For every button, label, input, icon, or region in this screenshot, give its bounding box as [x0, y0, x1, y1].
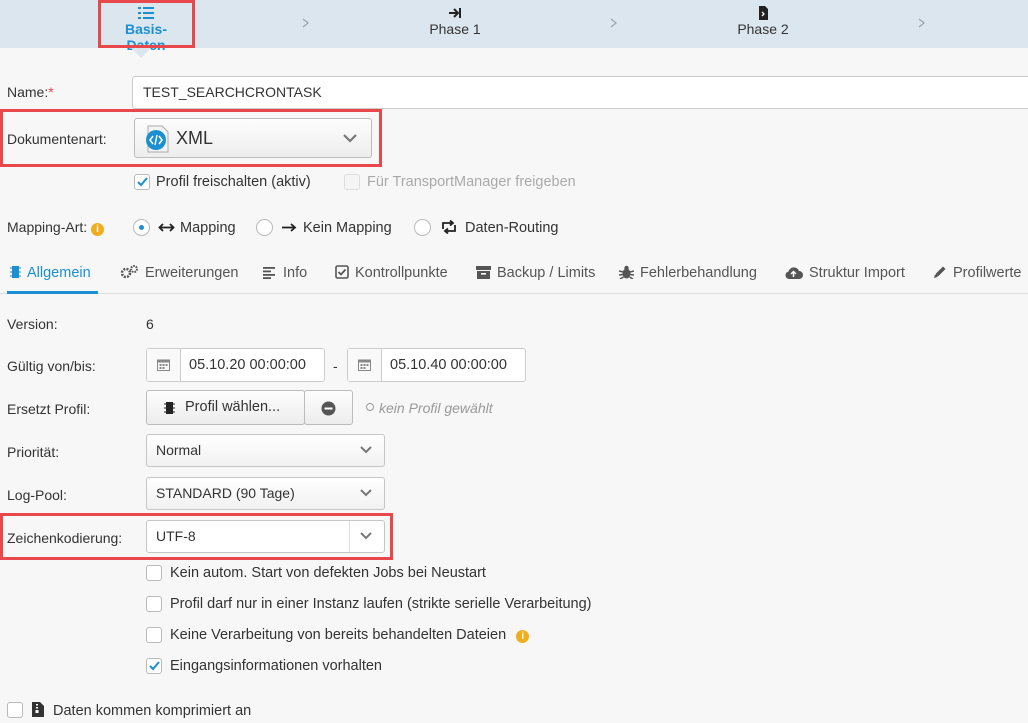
tab-backup-limits[interactable]: Backup / Limits [476, 265, 595, 281]
valid-from-value: 05.10.20 00:00:00 [189, 357, 306, 373]
archive-icon [476, 266, 491, 279]
logpool-label: Log-Pool: [7, 487, 67, 503]
name-input[interactable]: TEST_SEARCHCRONTASK [132, 76, 1028, 109]
check-icon [137, 177, 148, 187]
mapping-radio-routing[interactable] [414, 219, 431, 236]
tab-profilwerte[interactable]: Profilwerte [933, 265, 1022, 281]
chevron-right-icon [918, 18, 926, 28]
valid-separator: - [333, 358, 338, 374]
compressed-checkbox[interactable] [7, 702, 23, 718]
bug-icon [618, 265, 635, 280]
file-icon [759, 6, 768, 20]
wizard-steps: Basis-Daten Phase 1 Phase 2 [0, 0, 1028, 53]
mapping-radio-mapping[interactable] [133, 219, 150, 236]
tab-fehlerbehandlung[interactable]: Fehlerbehandlung [618, 265, 757, 281]
list-icon [138, 7, 154, 19]
chip-icon [164, 402, 175, 414]
mapping-label: Mapping-Art: i [7, 219, 105, 236]
mapping-option-label: Kein Mapping [303, 220, 392, 236]
active-tab-indicator [7, 291, 98, 294]
option-label: Eingangsinformationen vorhalten [170, 658, 382, 674]
minus-circle-icon [321, 401, 336, 416]
cogs-icon [120, 265, 138, 279]
option-label: Kein autom. Start von defekten Jobs bei … [170, 565, 486, 581]
option-checkbox-skip-processed[interactable] [146, 627, 162, 643]
align-left-icon [263, 267, 275, 279]
doctype-value: XML [176, 128, 214, 148]
info-icon: i [91, 223, 105, 236]
option-label: Profil darf nur in einer Instanz laufen … [170, 596, 592, 612]
active-step-pointer [131, 48, 151, 58]
mapping-option-label: Daten-Routing [465, 220, 559, 236]
xml-file-icon [146, 125, 169, 153]
valid-to-input[interactable]: 05.10.40 00:00:00 [347, 348, 526, 382]
chevron-right-icon [302, 18, 310, 28]
choose-profile-label: Profil wählen... [185, 399, 281, 415]
wizard-step-basis-daten[interactable]: Basis-Daten [106, 6, 186, 53]
doctype-label: Dokumentenart: [7, 131, 107, 147]
arrow-right-to-line-icon [449, 8, 461, 18]
tab-erweiterungen[interactable]: Erweiterungen [120, 265, 239, 281]
mapping-radio-none[interactable] [256, 219, 273, 236]
chevron-down-icon [360, 532, 372, 540]
logpool-select[interactable]: STANDARD (90 Tage) [146, 477, 385, 510]
retweet-icon [442, 220, 456, 234]
check-icon [149, 661, 160, 671]
profile-active-checkbox[interactable] [134, 174, 150, 190]
option-checkbox-keep-input-info[interactable] [146, 658, 162, 674]
cloud-upload-icon [785, 267, 803, 279]
clear-profile-button[interactable] [304, 390, 353, 425]
chip-icon [10, 266, 21, 278]
wizard-step-label: Phase 2 [737, 21, 789, 37]
valid-from-input[interactable]: 05.10.20 00:00:00 [146, 348, 325, 382]
option-checkbox-single-instance[interactable] [146, 596, 162, 612]
name-label: Name:* [7, 84, 54, 100]
wizard-step-phase-1[interactable]: Phase 1 [420, 6, 490, 37]
tab-struktur-import[interactable]: Struktur Import [784, 265, 905, 281]
profile-active-label: Profil freischalten (aktiv) [156, 174, 311, 190]
check-square-icon [335, 265, 349, 279]
valid-to-value: 05.10.40 00:00:00 [390, 357, 507, 373]
calendar-icon [157, 359, 170, 371]
wizard-step-phase-2[interactable]: Phase 2 [728, 6, 798, 37]
no-profile-text: kein Profil gewählt [379, 400, 493, 416]
circle-icon [366, 403, 374, 411]
priority-select[interactable]: Normal [146, 434, 385, 467]
arrows-left-right-icon [158, 223, 175, 232]
chevron-down-icon [360, 446, 372, 454]
calendar-icon [358, 359, 371, 371]
file-archive-icon [32, 702, 44, 717]
encoding-select[interactable]: UTF-8 [146, 520, 385, 553]
chevron-down-icon [343, 134, 357, 143]
chevron-right-icon [610, 18, 618, 28]
compressed-label: Daten kommen komprimiert an [53, 703, 252, 719]
option-label: Keine Verarbeitung von bereits behandelt… [170, 627, 530, 643]
tab-allgemein[interactable]: Allgemein [10, 265, 91, 281]
pencil-icon [934, 266, 946, 278]
wizard-step-label: Phase 1 [429, 21, 481, 37]
version-label: Version: [7, 316, 58, 332]
priority-label: Priorität: [7, 444, 60, 460]
encoding-label: Zeichenkodierung: [7, 530, 123, 546]
option-checkbox-no-auto-start[interactable] [146, 565, 162, 581]
info-icon: i [516, 630, 530, 643]
chevron-down-icon [360, 489, 372, 497]
valid-label: Gültig von/bis: [7, 358, 96, 374]
transport-label: Für TransportManager freigeben [367, 174, 576, 190]
version-value: 6 [146, 316, 154, 332]
choose-profile-button[interactable]: Profil wählen... [146, 390, 305, 425]
replaces-label: Ersetzt Profil: [7, 401, 91, 417]
arrow-right-icon [282, 223, 297, 232]
transport-checkbox[interactable] [344, 174, 360, 190]
tab-info[interactable]: Info [263, 265, 307, 281]
mapping-option-label: Mapping [180, 220, 236, 236]
doctype-select[interactable]: XML [134, 118, 372, 158]
tab-kontrollpunkte[interactable]: Kontrollpunkte [335, 265, 448, 281]
